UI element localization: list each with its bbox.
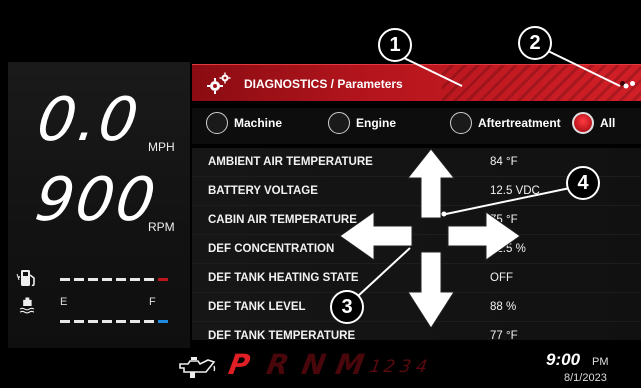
- param-name: DEF TANK HEATING STATE: [208, 272, 359, 284]
- clock-ampm: PM: [592, 356, 609, 368]
- radio-circle-icon[interactable]: [328, 112, 350, 134]
- page-indicator[interactable]: [620, 81, 635, 86]
- clock-time: 9:00: [546, 350, 581, 369]
- param-name: DEF CONCENTRATION: [208, 243, 335, 255]
- param-value: 88 %: [490, 301, 517, 313]
- callout-3: 3: [330, 290, 364, 324]
- clock-date: 8/1/2023: [564, 372, 607, 384]
- param-value: 32.5 %: [490, 243, 526, 255]
- list-item[interactable]: DEF TANK HEATING STATE OFF: [192, 264, 641, 293]
- filter-label: All: [600, 116, 616, 130]
- callout-1: 1: [378, 28, 412, 62]
- filter-label: Engine: [356, 116, 397, 130]
- list-item[interactable]: DEF TANK LEVEL 88 %: [192, 293, 641, 322]
- filter-label: Machine: [234, 116, 283, 130]
- filter-radio-group: Machine Engine Aftertreatment All: [192, 108, 641, 144]
- callout-2: 2: [518, 26, 552, 60]
- def-empty-label: E: [60, 296, 68, 308]
- def-fluid-icon: [19, 297, 35, 314]
- def-level-bar: [60, 320, 168, 323]
- param-value: 12.5 VDC: [490, 185, 540, 197]
- rpm-unit: RPM: [148, 220, 175, 234]
- filter-aftertreatment-radio[interactable]: Aftertreatment: [450, 112, 561, 134]
- filter-label: Aftertreatment: [478, 116, 561, 130]
- param-value: 84 °F: [490, 156, 518, 168]
- page-title: DIAGNOSTICS / Parameters: [244, 77, 403, 91]
- page-dot-2[interactable]: [630, 81, 635, 86]
- filter-machine-radio[interactable]: Machine: [206, 112, 282, 134]
- page-dot-1[interactable]: [620, 81, 625, 86]
- diagnostics-header: DIAGNOSTICS / Parameters: [192, 64, 641, 101]
- param-name: BATTERY VOLTAGE: [208, 185, 318, 197]
- filter-all-radio[interactable]: All: [572, 112, 615, 134]
- param-name: DEF TANK LEVEL: [208, 301, 306, 313]
- radio-circle-icon[interactable]: [206, 112, 228, 134]
- oil-can-icon: [179, 357, 216, 378]
- gear-m: M: [333, 348, 367, 381]
- rpm-readout: 900: [31, 165, 162, 235]
- speed-readout: 0.0: [33, 85, 145, 155]
- list-item[interactable]: DEF TANK TEMPERATURE 77 °F: [192, 322, 641, 340]
- param-name: AMBIENT AIR TEMPERATURE: [208, 156, 373, 168]
- param-name: DEF TANK TEMPERATURE: [208, 330, 356, 340]
- param-value: OFF: [490, 272, 513, 284]
- param-value: 75 °F: [490, 214, 518, 226]
- fuel-level-bar: [60, 278, 168, 281]
- def-full-label: F: [149, 296, 156, 308]
- param-value: 77 °F: [490, 330, 518, 340]
- radio-selected-icon[interactable]: [572, 112, 594, 134]
- fuel-pump-icon: [16, 270, 35, 287]
- callout-4: 4: [566, 166, 600, 200]
- gears-icon: [207, 72, 231, 94]
- radio-circle-icon[interactable]: [450, 112, 472, 134]
- filter-engine-radio[interactable]: Engine: [328, 112, 396, 134]
- param-name: CABIN AIR TEMPERATURE: [208, 214, 357, 226]
- list-item[interactable]: DEF CONCENTRATION 32.5 %: [192, 235, 641, 264]
- list-item[interactable]: CABIN AIR TEMPERATURE 75 °F: [192, 206, 641, 235]
- dashboard-screen: 0.0 MPH 900 RPM E F DIAGNOSTICS / Parame…: [0, 0, 641, 388]
- speed-unit: MPH: [148, 140, 175, 154]
